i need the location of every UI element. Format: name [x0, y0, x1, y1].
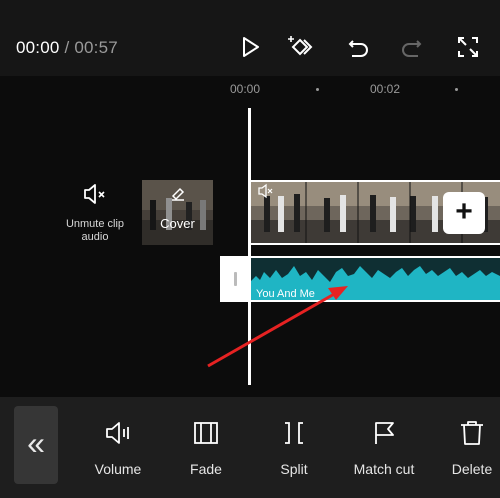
fullscreen-icon [458, 37, 478, 57]
match-cut-button[interactable]: Match cut [344, 418, 424, 477]
top-bar: 00:00 / 00:57 [0, 0, 500, 76]
undo-button[interactable] [344, 33, 372, 61]
collapse-button[interactable]: « [14, 406, 58, 484]
audio-clip-name: You And Me [256, 288, 315, 300]
ruler-tick [455, 88, 458, 91]
ruler-label-1: 00:02 [370, 82, 401, 96]
redo-button[interactable] [398, 33, 426, 61]
ruler-tick [316, 88, 319, 91]
flag-icon [375, 422, 394, 444]
delete-button[interactable]: Delete [432, 418, 500, 477]
fade-icon [194, 422, 218, 444]
playhead[interactable] [248, 108, 251, 385]
muted-speaker-icon [84, 184, 105, 204]
volume-button[interactable]: Volume [78, 418, 158, 477]
play-icon [243, 37, 259, 57]
fade-button[interactable]: Fade [166, 418, 246, 477]
match-cut-label: Match cut [353, 461, 415, 477]
total-duration: 00:57 [74, 38, 118, 57]
time-separator: / [64, 38, 70, 57]
audio-clip[interactable]: You And Me [220, 256, 500, 302]
time-readout: 00:00 / 00:57 [16, 38, 118, 58]
fade-label: Fade [190, 461, 222, 477]
fullscreen-button[interactable] [454, 33, 482, 61]
cover-label: Cover [160, 216, 195, 231]
cover-button[interactable]: Cover [142, 180, 213, 245]
undo-icon [348, 40, 368, 57]
add-clip-button[interactable]: + [443, 192, 485, 234]
ruler-label-0: 00:00 [230, 82, 261, 96]
redo-icon [402, 40, 422, 57]
split-button[interactable]: Split [254, 418, 334, 477]
cover-thumbnail [142, 180, 213, 245]
unmute-clip-audio-button[interactable]: Unmute clip audio [58, 183, 132, 244]
keyframe-button[interactable] [288, 33, 316, 61]
volume-icon [106, 422, 129, 444]
unmute-label: Unmute clip audio [65, 218, 125, 243]
split-label: Split [280, 461, 308, 477]
delete-label: Delete [451, 461, 493, 477]
trash-icon [461, 421, 483, 445]
bottom-toolbar [0, 397, 500, 498]
split-icon [285, 422, 303, 444]
play-button[interactable] [236, 33, 264, 61]
audio-trim-handle[interactable] [222, 258, 250, 300]
current-time: 00:00 [16, 38, 60, 57]
keyframe-add-icon [288, 36, 313, 56]
volume-label: Volume [94, 461, 142, 477]
